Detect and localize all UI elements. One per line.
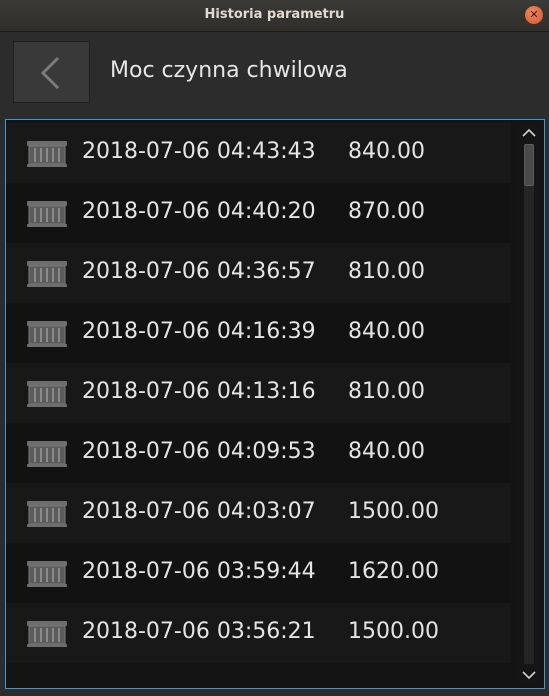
- list-item[interactable]: 2018-07-06 04:16:39 840.00: [6, 303, 511, 363]
- scroll-thumb[interactable]: [524, 144, 534, 186]
- meter-icon: [26, 140, 68, 172]
- list-item[interactable]: 2018-07-06 03:59:44 1620.00: [6, 543, 511, 603]
- meter-icon: [26, 200, 68, 232]
- list-item[interactable]: 2018-07-06 04:36:57 810.00: [6, 243, 511, 303]
- list-item[interactable]: 2018-07-06 04:43:43 840.00: [6, 123, 511, 183]
- list-item[interactable]: 2018-07-06 04:03:07 1500.00: [6, 483, 511, 543]
- meter-icon: [26, 260, 68, 292]
- history-list[interactable]: 2018-07-06 04:43:43 840.00 2018-07-06 04:4…: [5, 119, 545, 689]
- row-timestamp: 2018-07-06 03:56:21: [82, 619, 316, 644]
- meter-icon: [26, 500, 68, 532]
- row-value: 810.00: [348, 259, 425, 284]
- row-value: 1620.00: [348, 559, 439, 584]
- meter-icon: [26, 380, 68, 412]
- scroll-down-button[interactable]: [518, 666, 540, 684]
- meter-icon: [26, 320, 68, 352]
- meter-icon: [26, 620, 68, 652]
- row-value: 810.00: [348, 379, 425, 404]
- row-value: 840.00: [348, 319, 425, 344]
- row-value: 1500.00: [348, 499, 439, 524]
- list-item[interactable]: 2018-07-06 04:09:53 840.00: [6, 423, 511, 483]
- scroll-track[interactable]: [524, 144, 534, 664]
- list-item[interactable]: 2018-07-06 04:13:16 810.00: [6, 363, 511, 423]
- window-title: Historia parametru: [204, 7, 345, 22]
- row-timestamp: 2018-07-06 04:40:20: [82, 199, 316, 224]
- close-icon[interactable]: ✕: [525, 6, 543, 24]
- history-rows: 2018-07-06 04:43:43 840.00 2018-07-06 04:4…: [6, 123, 511, 663]
- row-value: 840.00: [348, 139, 425, 164]
- window-titlebar: Historia parametru ✕: [0, 0, 549, 32]
- back-button[interactable]: [13, 41, 90, 103]
- row-value: 1500.00: [348, 619, 439, 644]
- page-title: Moc czynna chwilowa: [110, 58, 348, 83]
- meter-icon: [26, 440, 68, 472]
- chevron-left-icon: [40, 56, 60, 90]
- chevron-up-icon: [522, 128, 536, 137]
- row-timestamp: 2018-07-06 03:59:44: [82, 559, 316, 584]
- row-timestamp: 2018-07-06 04:43:43: [82, 139, 316, 164]
- row-timestamp: 2018-07-06 04:36:57: [82, 259, 316, 284]
- list-item[interactable]: 2018-07-06 04:40:20 870.00: [6, 183, 511, 243]
- row-timestamp: 2018-07-06 04:09:53: [82, 439, 316, 464]
- row-timestamp: 2018-07-06 04:13:16: [82, 379, 316, 404]
- list-item[interactable]: 2018-07-06 03:56:21 1500.00: [6, 603, 511, 663]
- row-value: 870.00: [348, 199, 425, 224]
- meter-icon: [26, 560, 68, 592]
- row-timestamp: 2018-07-06 04:16:39: [82, 319, 316, 344]
- main-content: Moc czynna chwilowa 2018-07-06 04:43:43 8…: [0, 32, 549, 696]
- vertical-scrollbar[interactable]: [518, 124, 540, 684]
- row-timestamp: 2018-07-06 04:03:07: [82, 499, 316, 524]
- chevron-down-icon: [522, 671, 536, 680]
- scroll-up-button[interactable]: [518, 124, 540, 142]
- row-value: 840.00: [348, 439, 425, 464]
